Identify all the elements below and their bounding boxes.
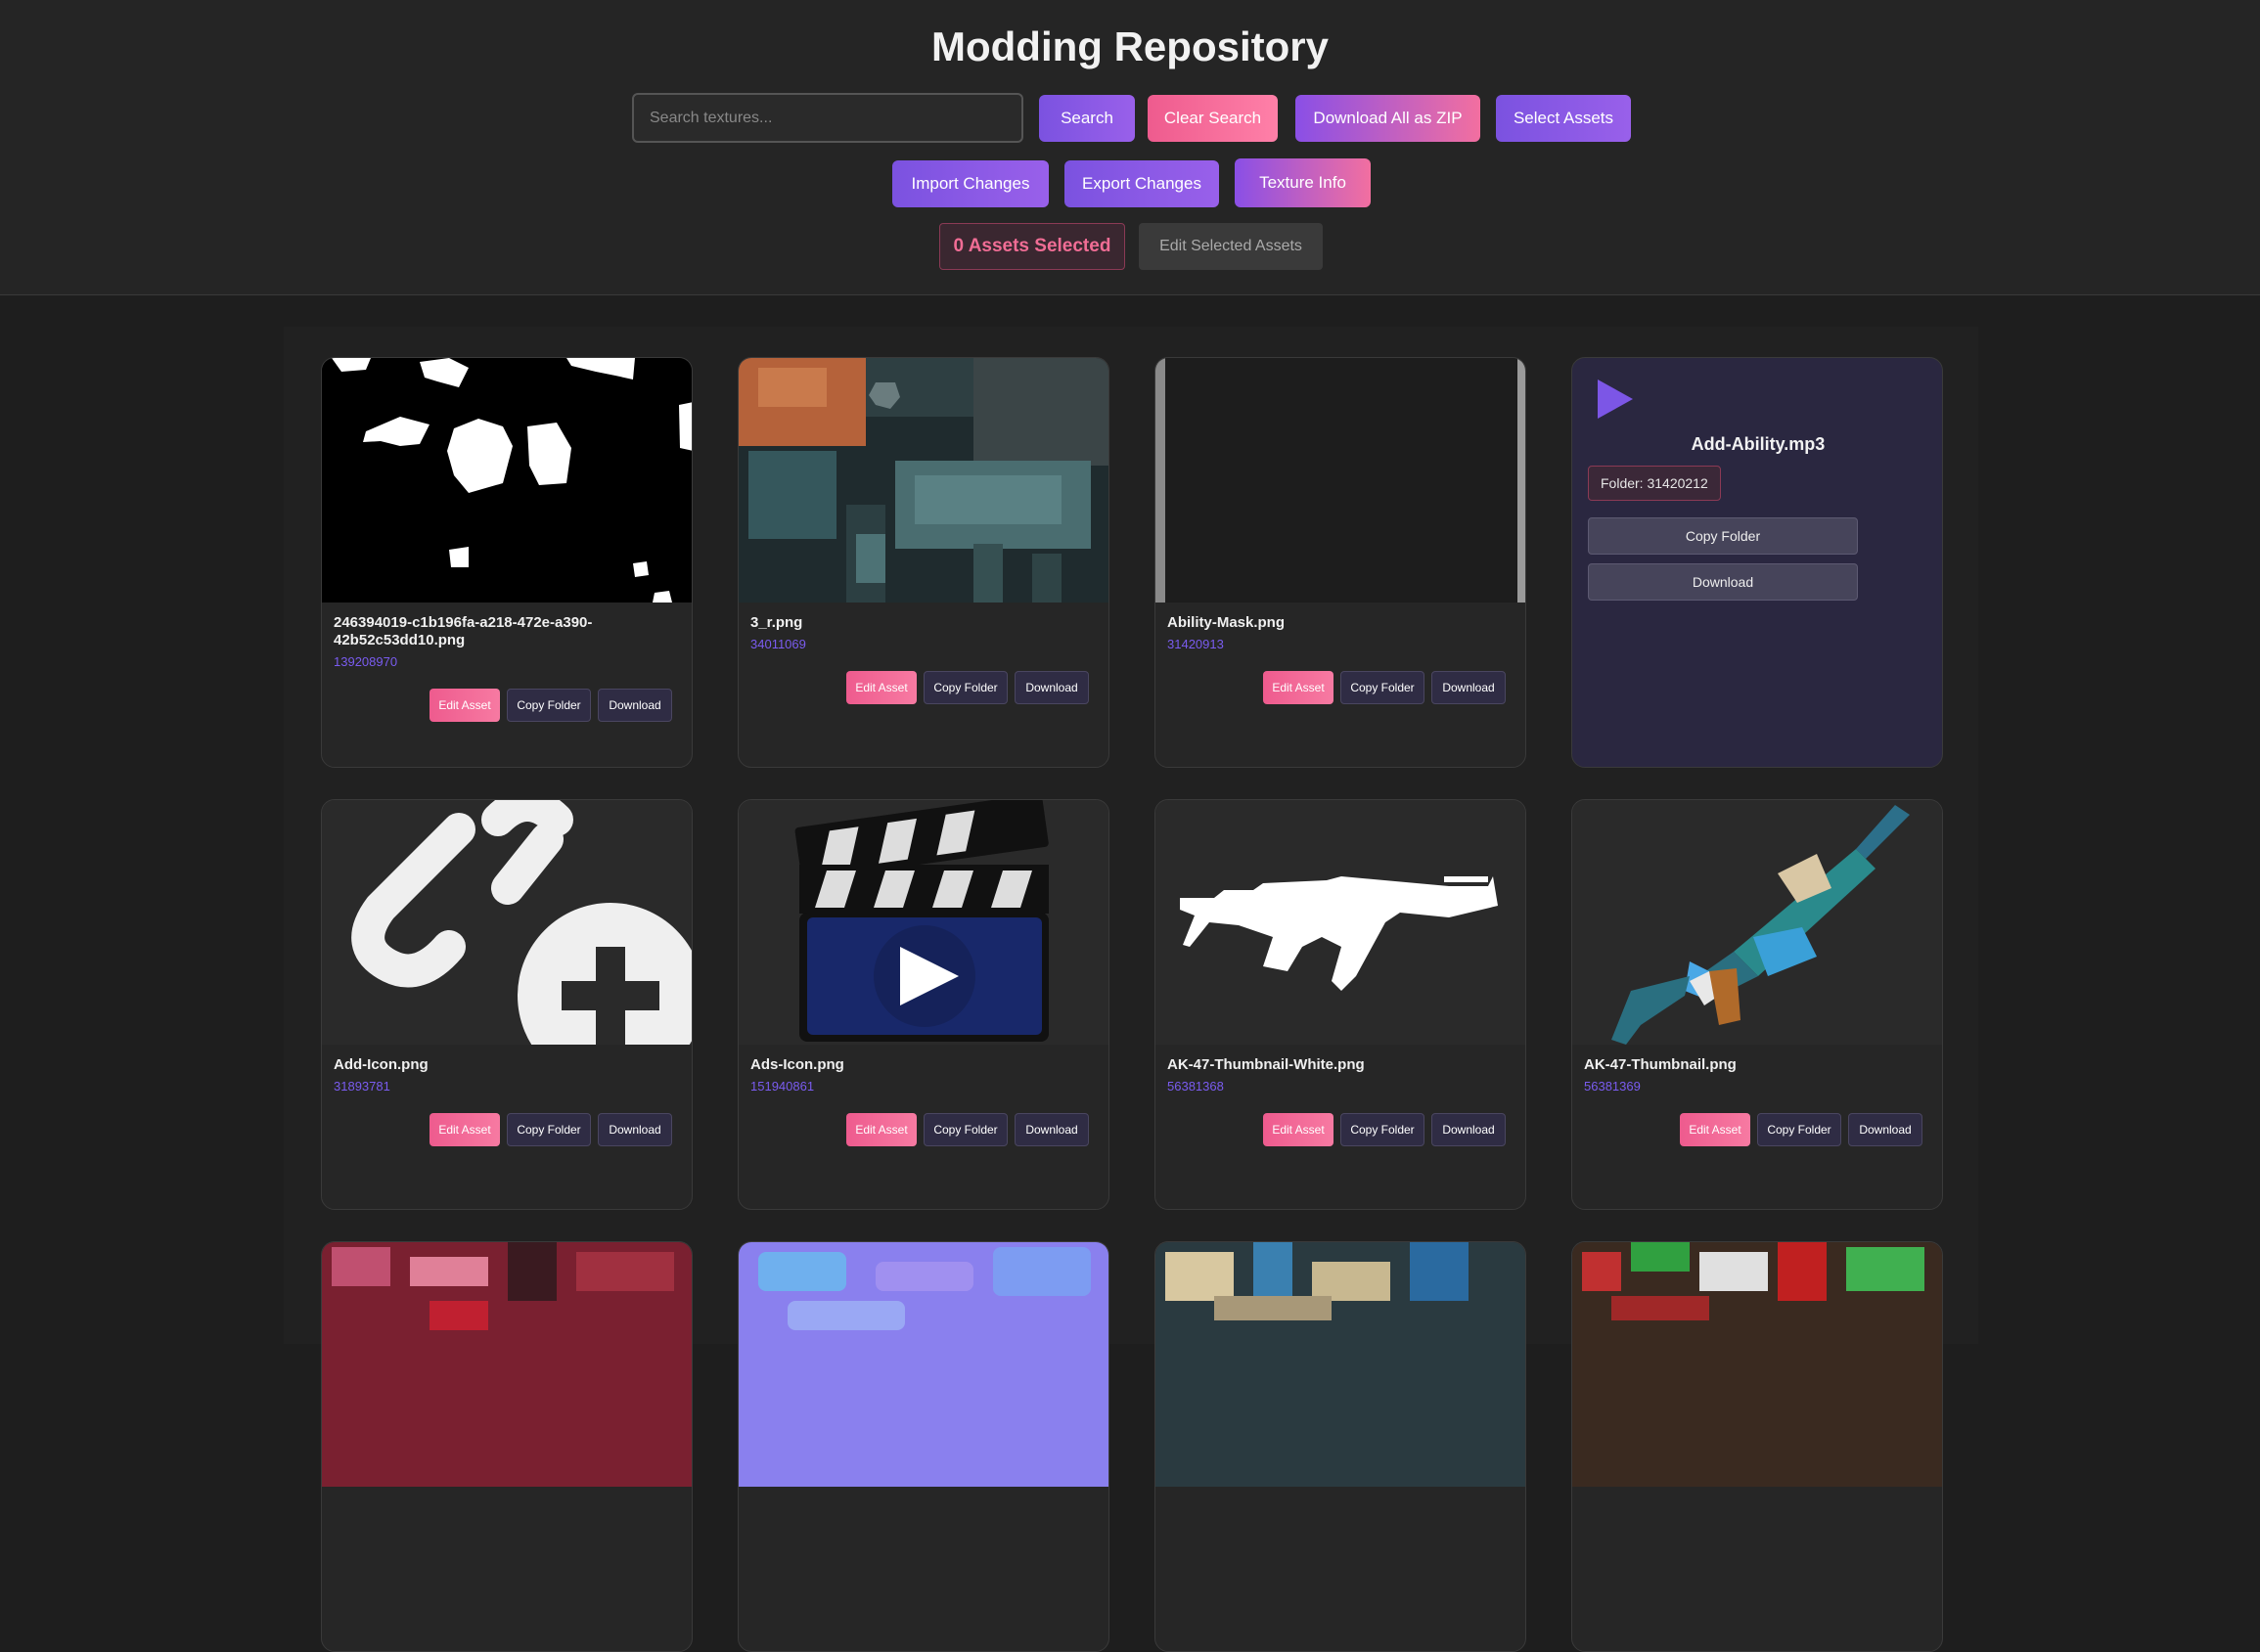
asset-folder-id: 34011069 — [750, 637, 806, 651]
asset-folder-id: 151940861 — [750, 1079, 815, 1094]
asset-thumbnail[interactable] — [1572, 1242, 1942, 1487]
copy-folder-button[interactable]: Copy Folder — [1340, 671, 1424, 704]
download-button[interactable]: Download — [1015, 671, 1089, 704]
download-button[interactable]: Download — [1588, 563, 1858, 601]
asset-filename: Ads-Icon.png — [750, 1056, 844, 1073]
copy-folder-button[interactable]: Copy Folder — [1340, 1113, 1424, 1146]
asset-filename: Ability-Mask.png — [1167, 614, 1286, 631]
asset-folder-id: 31893781 — [334, 1079, 390, 1094]
download-zip-button[interactable]: Download All as ZIP — [1295, 95, 1480, 142]
asset-thumbnail[interactable] — [739, 800, 1108, 1045]
asset-filename: 246394019-c1b196fa-a218-472e-a390-42b52c… — [334, 614, 593, 648]
search-button[interactable]: Search — [1039, 95, 1135, 142]
copy-folder-button[interactable]: Copy Folder — [507, 689, 591, 722]
edit-asset-button[interactable]: Edit Asset — [1680, 1113, 1750, 1146]
edit-asset-button[interactable]: Edit Asset — [846, 1113, 917, 1146]
selected-count-badge: 0 Assets Selected — [939, 223, 1125, 270]
texture-info-button[interactable]: Texture Info — [1235, 158, 1371, 207]
folder-badge: Folder: 31420212 — [1588, 466, 1721, 501]
copy-folder-button[interactable]: Copy Folder — [924, 671, 1008, 704]
asset-thumbnail[interactable] — [322, 800, 692, 1045]
asset-folder-id: 31420913 — [1167, 637, 1224, 651]
asset-card — [1571, 1241, 1943, 1652]
asset-thumbnail[interactable] — [1155, 1242, 1525, 1487]
edit-asset-button[interactable]: Edit Asset — [429, 689, 500, 722]
page-title: Modding Repository — [931, 23, 1329, 69]
audio-filename: Add-Ability.mp3 — [1691, 434, 1826, 454]
asset-card — [1154, 1241, 1526, 1652]
asset-thumbnail[interactable] — [739, 1242, 1108, 1487]
asset-card: Ads-Icon.png 151940861 Edit Asset Copy F… — [738, 799, 1109, 1210]
search-input[interactable] — [632, 93, 1023, 143]
asset-card: Ability-Mask.png 31420913 Edit Asset Cop… — [1154, 357, 1526, 768]
select-assets-button[interactable]: Select Assets — [1496, 95, 1631, 142]
asset-card: 246394019-c1b196fa-a218-472e-a390-42b52c… — [321, 357, 693, 768]
asset-thumbnail[interactable] — [739, 358, 1108, 603]
copy-folder-button[interactable]: Copy Folder — [1588, 517, 1858, 555]
asset-card: Add-Icon.png 31893781 Edit Asset Copy Fo… — [321, 799, 693, 1210]
asset-card — [321, 1241, 693, 1652]
asset-thumbnail[interactable] — [1155, 800, 1525, 1045]
download-button[interactable]: Download — [598, 1113, 672, 1146]
asset-folder-id: 56381369 — [1584, 1079, 1641, 1094]
copy-folder-button[interactable]: Copy Folder — [507, 1113, 591, 1146]
asset-filename: Add-Icon.png — [334, 1056, 429, 1073]
download-button[interactable]: Download — [598, 689, 672, 722]
edit-asset-button[interactable]: Edit Asset — [1263, 1113, 1333, 1146]
edit-asset-button[interactable]: Edit Asset — [429, 1113, 500, 1146]
download-button[interactable]: Download — [1431, 1113, 1506, 1146]
asset-folder-id: 56381368 — [1167, 1079, 1224, 1094]
asset-thumbnail[interactable] — [322, 358, 692, 603]
asset-filename: AK-47-Thumbnail-White.png — [1167, 1056, 1365, 1073]
play-icon[interactable] — [1596, 378, 1635, 421]
copy-folder-button[interactable]: Copy Folder — [1757, 1113, 1841, 1146]
import-changes-button[interactable]: Import Changes — [892, 160, 1049, 207]
asset-card: 3_r.png 34011069 Edit Asset Copy Folder … — [738, 357, 1109, 768]
copy-folder-button[interactable]: Copy Folder — [924, 1113, 1008, 1146]
asset-card: AK-47-Thumbnail.png 56381369 Edit Asset … — [1571, 799, 1943, 1210]
asset-card — [738, 1241, 1109, 1652]
header-bar: Modding Repository Search Clear Search D… — [0, 0, 2260, 295]
export-changes-button[interactable]: Export Changes — [1064, 160, 1219, 207]
asset-card: AK-47-Thumbnail-White.png 56381368 Edit … — [1154, 799, 1526, 1210]
asset-thumbnail[interactable] — [1572, 800, 1942, 1045]
asset-thumbnail[interactable] — [322, 1242, 692, 1487]
edit-asset-button[interactable]: Edit Asset — [1263, 671, 1333, 704]
download-button[interactable]: Download — [1848, 1113, 1922, 1146]
asset-filename: AK-47-Thumbnail.png — [1584, 1056, 1737, 1073]
download-button[interactable]: Download — [1015, 1113, 1089, 1146]
asset-filename: 3_r.png — [750, 614, 803, 631]
asset-grid: 246394019-c1b196fa-a218-472e-a390-42b52c… — [284, 327, 1978, 1652]
edit-asset-button[interactable]: Edit Asset — [846, 671, 917, 704]
clear-search-button[interactable]: Clear Search — [1148, 95, 1278, 142]
asset-thumbnail[interactable] — [1155, 358, 1525, 603]
download-button[interactable]: Download — [1431, 671, 1506, 704]
audio-asset-card: Add-Ability.mp3 Folder: 31420212 Copy Fo… — [1571, 357, 1943, 768]
edit-selected-button[interactable]: Edit Selected Assets — [1139, 223, 1323, 270]
asset-folder-id: 139208970 — [334, 654, 398, 669]
